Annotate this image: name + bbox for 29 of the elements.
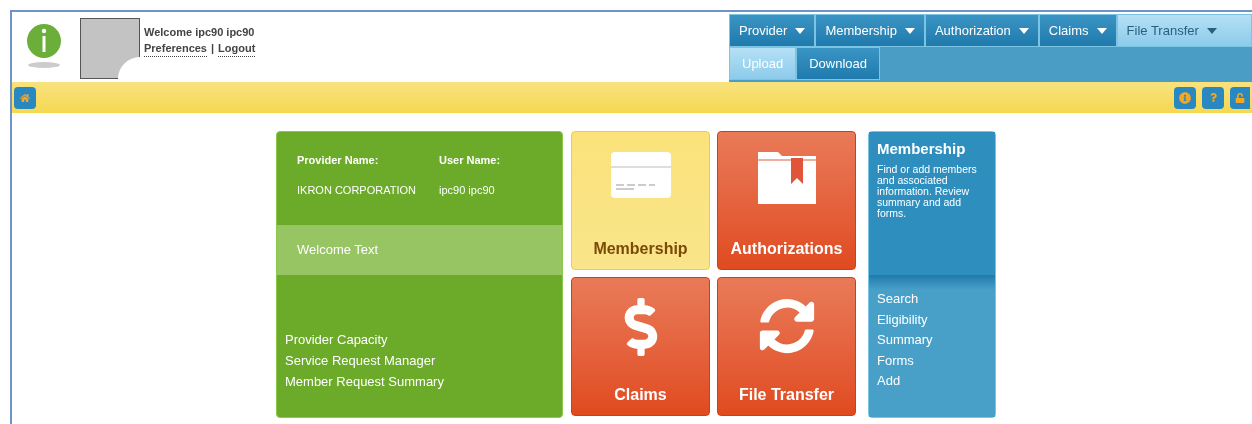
- tile[interactable]: File Transfer: [717, 277, 856, 416]
- submenu-tab[interactable]: Download: [796, 47, 881, 80]
- menu-tab[interactable]: Claims: [1038, 14, 1117, 47]
- welcome-text: Welcome ipc90 ipc90: [144, 25, 256, 40]
- tile[interactable]: Membership: [571, 131, 710, 270]
- field-label: Provider Name:: [297, 153, 380, 168]
- menu-tab[interactable]: Provider: [729, 14, 816, 47]
- welcome-banner: Welcome Text: [277, 225, 562, 275]
- panel-link[interactable]: Forms: [877, 350, 987, 371]
- menu-tab[interactable]: File Transfer: [1116, 14, 1252, 47]
- panel-title: Membership: [877, 139, 967, 159]
- field-value: ipc90 ipc90: [439, 182, 496, 198]
- info-card-link[interactable]: Service Request Manager: [285, 350, 562, 371]
- panel-link[interactable]: Search: [877, 289, 987, 310]
- tile[interactable]: Authorizations: [717, 131, 856, 270]
- tile[interactable]: Claims: [571, 277, 710, 416]
- panel-link[interactable]: Eligibility: [877, 309, 987, 330]
- menu-tab[interactable]: Authorization: [924, 14, 1039, 47]
- field-label: User Name:: [439, 153, 502, 168]
- panel-link[interactable]: Add: [877, 371, 987, 392]
- logout-link[interactable]: Logout: [218, 40, 256, 57]
- panel-description: Find or add members and associated information. Review summary and add forms.: [877, 163, 978, 219]
- menu-tab[interactable]: Membership: [815, 14, 925, 47]
- panel-link[interactable]: Summary: [877, 330, 987, 351]
- info-card-link[interactable]: Provider Capacity: [285, 329, 562, 350]
- field-value: IKRON CORPORATION: [297, 182, 417, 198]
- link-separator: |: [211, 41, 215, 56]
- info-card-link[interactable]: Member Request Summary: [285, 371, 562, 392]
- preferences-link[interactable]: Preferences: [144, 40, 207, 57]
